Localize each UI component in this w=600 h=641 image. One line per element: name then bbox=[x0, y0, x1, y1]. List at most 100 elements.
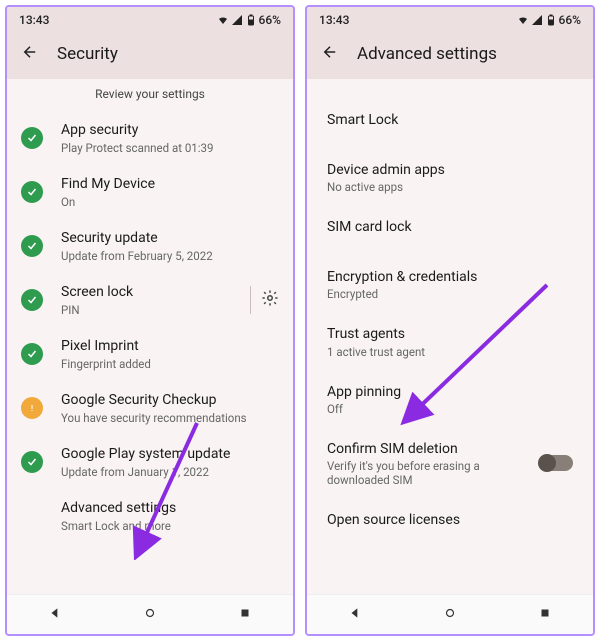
setting-row[interactable]: App security Play Protect scanned at 01:… bbox=[7, 111, 293, 165]
row-subtitle: Fingerprint added bbox=[61, 357, 279, 371]
page-title: Advanced settings bbox=[357, 44, 497, 64]
nav-recent-icon[interactable] bbox=[238, 605, 252, 624]
nav-home-icon[interactable] bbox=[143, 605, 157, 624]
row-text: Pixel Imprint Fingerprint added bbox=[61, 337, 279, 370]
gear-icon[interactable] bbox=[261, 289, 279, 311]
wifi-icon bbox=[217, 14, 229, 26]
row-title: Find My Device bbox=[61, 175, 279, 193]
setting-row[interactable]: Pixel Imprint Fingerprint added bbox=[7, 327, 293, 381]
check-icon bbox=[21, 181, 43, 203]
row-title: Security update bbox=[61, 229, 279, 247]
advanced-row[interactable]: Confirm SIM deletion Verify it's you bef… bbox=[307, 428, 593, 499]
check-icon bbox=[21, 289, 43, 311]
row-title: Google Security Checkup bbox=[61, 391, 279, 409]
setting-row[interactable]: Advanced settings Smart Lock and more bbox=[7, 489, 293, 543]
settings-list: App security Play Protect scanned at 01:… bbox=[7, 111, 293, 594]
back-icon[interactable] bbox=[21, 43, 39, 65]
battery-percent: 66% bbox=[559, 13, 581, 27]
wifi-icon bbox=[517, 14, 529, 26]
row-title: Advanced settings bbox=[61, 499, 279, 517]
row-text: Screen lock PIN bbox=[61, 283, 246, 316]
signal-icon bbox=[531, 14, 543, 26]
row-subtitle: Off bbox=[327, 402, 573, 416]
status-bar: 13:43 66% bbox=[7, 7, 293, 33]
row-text: Confirm SIM deletion Verify it's you bef… bbox=[327, 440, 539, 487]
row-title: SIM card lock bbox=[327, 218, 573, 236]
row-subtitle: Smart Lock and more bbox=[61, 519, 279, 533]
row-text: App security Play Protect scanned at 01:… bbox=[61, 121, 279, 154]
row-title: Trust agents bbox=[327, 325, 573, 343]
advanced-row[interactable]: Encryption & credentials Encrypted bbox=[307, 256, 593, 313]
advanced-row[interactable]: Smart Lock bbox=[307, 99, 593, 149]
phone-security: 13:43 66% Security Review your settings … bbox=[5, 5, 295, 636]
divider bbox=[250, 286, 251, 314]
battery-icon bbox=[245, 14, 257, 26]
status-icons: 66% bbox=[217, 13, 281, 27]
nav-recent-icon[interactable] bbox=[538, 605, 552, 624]
nav-bar bbox=[307, 594, 593, 634]
setting-row[interactable]: Security update Update from February 5, … bbox=[7, 219, 293, 273]
advanced-row[interactable]: Device admin apps No active apps bbox=[307, 149, 593, 206]
page-title: Security bbox=[57, 44, 118, 64]
row-subtitle: Encrypted bbox=[327, 287, 573, 301]
row-title: Open source licenses bbox=[327, 511, 573, 529]
row-title: Smart Lock bbox=[327, 111, 573, 129]
back-icon[interactable] bbox=[321, 43, 339, 65]
row-text: Smart Lock bbox=[327, 111, 573, 137]
row-title: App pinning bbox=[327, 383, 573, 401]
row-text: Trust agents 1 active trust agent bbox=[327, 325, 573, 358]
row-subtitle: 1 active trust agent bbox=[327, 345, 573, 359]
row-text: Advanced settings Smart Lock and more bbox=[61, 499, 279, 532]
row-text: Encryption & credentials Encrypted bbox=[327, 268, 573, 301]
warning-icon bbox=[21, 397, 43, 419]
subtitle: Review your settings bbox=[7, 79, 293, 111]
advanced-row[interactable]: Trust agents 1 active trust agent bbox=[307, 313, 593, 370]
row-text: Device admin apps No active apps bbox=[327, 161, 573, 194]
row-text: Google Security Checkup You have securit… bbox=[61, 391, 279, 424]
battery-percent: 66% bbox=[259, 13, 281, 27]
row-text: Security update Update from February 5, … bbox=[61, 229, 279, 262]
row-subtitle: Verify it's you before erasing a downloa… bbox=[327, 459, 539, 487]
row-subtitle: On bbox=[61, 195, 279, 209]
row-title: Pixel Imprint bbox=[61, 337, 279, 355]
row-subtitle: PIN bbox=[61, 303, 246, 317]
check-icon bbox=[21, 343, 43, 365]
status-bar: 13:43 66% bbox=[307, 7, 593, 33]
row-text: Google Play system update Update from Ja… bbox=[61, 445, 279, 478]
row-subtitle: You have security recommendations bbox=[61, 411, 279, 425]
signal-icon bbox=[231, 14, 243, 26]
row-text: App pinning Off bbox=[327, 383, 573, 416]
row-subtitle: Update from February 5, 2022 bbox=[61, 249, 279, 263]
advanced-row[interactable]: Open source licenses bbox=[307, 499, 593, 549]
row-title: Screen lock bbox=[61, 283, 246, 301]
row-title: Google Play system update bbox=[61, 445, 279, 463]
setting-row[interactable]: Google Play system update Update from Ja… bbox=[7, 435, 293, 489]
status-time: 13:43 bbox=[19, 13, 49, 27]
advanced-list: Smart Lock Device admin apps No active a… bbox=[307, 79, 593, 594]
advanced-row[interactable]: SIM card lock bbox=[307, 206, 593, 256]
setting-row[interactable]: Find My Device On bbox=[7, 165, 293, 219]
row-title: App security bbox=[61, 121, 279, 139]
row-text: Open source licenses bbox=[327, 511, 573, 537]
row-title: Encryption & credentials bbox=[327, 268, 573, 286]
advanced-row[interactable]: App pinning Off bbox=[307, 371, 593, 428]
row-text: SIM card lock bbox=[327, 218, 573, 244]
row-subtitle: No active apps bbox=[327, 180, 573, 194]
check-icon bbox=[21, 451, 43, 473]
row-subtitle: Update from January 1, 2022 bbox=[61, 465, 279, 479]
status-time: 13:43 bbox=[319, 13, 349, 27]
nav-back-icon[interactable] bbox=[348, 605, 362, 624]
setting-row[interactable]: Google Security Checkup You have securit… bbox=[7, 381, 293, 435]
phone-advanced: 13:43 66% Advanced settings Smart Lock D… bbox=[305, 5, 595, 636]
header: Security bbox=[7, 33, 293, 79]
setting-row[interactable]: Screen lock PIN bbox=[7, 273, 293, 327]
check-icon bbox=[21, 127, 43, 149]
toggle-switch[interactable] bbox=[539, 455, 573, 471]
row-subtitle: Play Protect scanned at 01:39 bbox=[61, 141, 279, 155]
header: Advanced settings bbox=[307, 33, 593, 79]
row-title: Confirm SIM deletion bbox=[327, 440, 539, 458]
row-text: Find My Device On bbox=[61, 175, 279, 208]
check-icon bbox=[21, 235, 43, 257]
nav-back-icon[interactable] bbox=[48, 605, 62, 624]
nav-home-icon[interactable] bbox=[443, 605, 457, 624]
